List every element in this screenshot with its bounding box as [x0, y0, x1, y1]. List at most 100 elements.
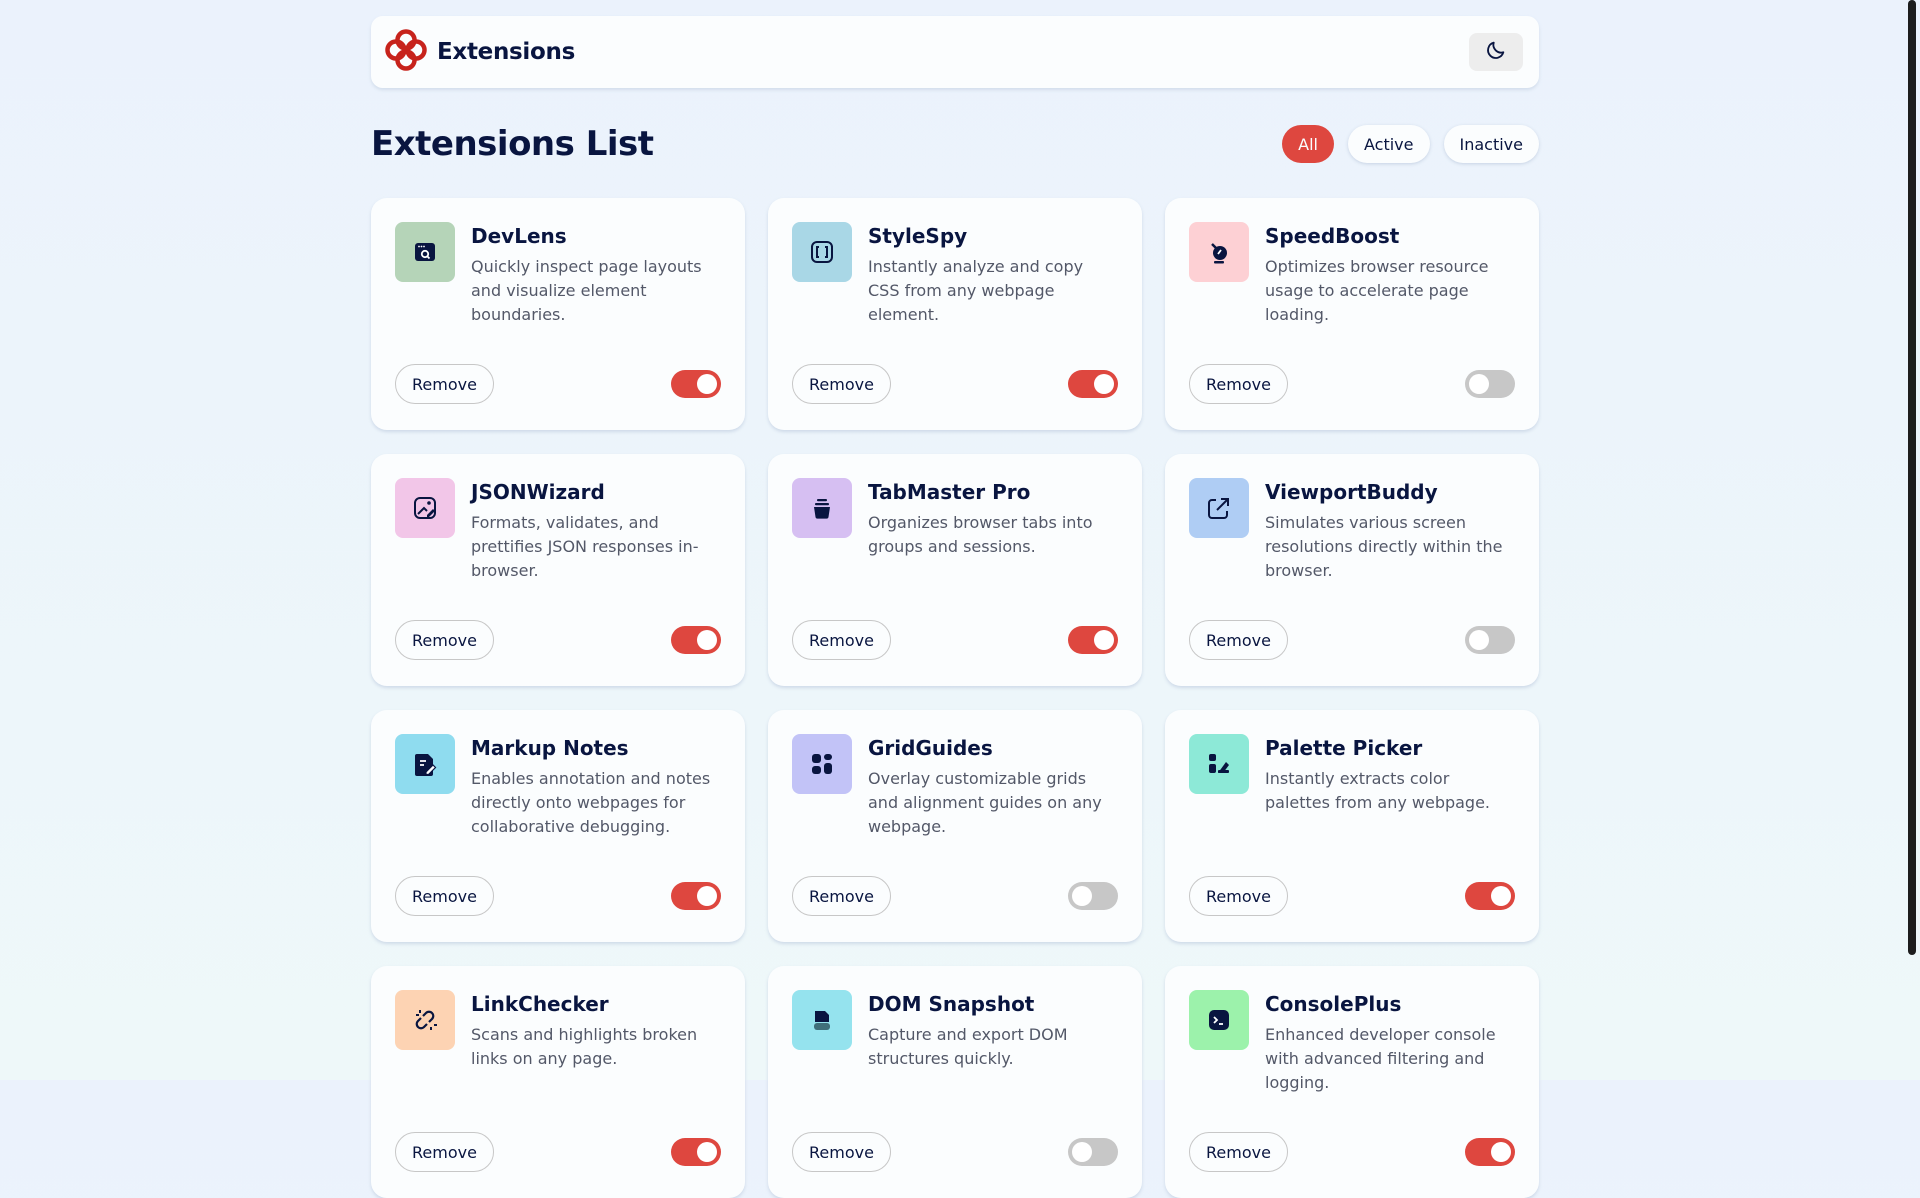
card-header: LinkChecker Scans and highlights broken l… — [395, 990, 721, 1071]
extension-card: Markup Notes Enables annotation and notes… — [371, 710, 745, 942]
grid-icon — [792, 734, 852, 794]
brand-logo-icon — [385, 29, 427, 75]
extension-name: SpeedBoost — [1265, 224, 1400, 248]
extension-name: DevLens — [471, 224, 567, 248]
card-info: StyleSpy Instantly analyze and copy CSS f… — [868, 222, 1118, 327]
filter-inactive-button[interactable]: Inactive — [1443, 125, 1539, 163]
card-header: SpeedBoost Optimizes browser resource usa… — [1189, 222, 1515, 327]
card-header: DOM Snapshot Capture and export DOM struc… — [792, 990, 1118, 1071]
extension-toggle[interactable] — [1465, 1138, 1515, 1166]
extension-description: Optimizes browser resource usage to acce… — [1265, 257, 1489, 324]
card-info: TabMaster Pro Organizes browser tabs into… — [868, 478, 1118, 559]
card-footer: Remove — [1189, 876, 1515, 916]
toggle-knob — [1469, 374, 1489, 394]
extension-toggle[interactable] — [1068, 370, 1118, 398]
card-info: LinkChecker Scans and highlights broken l… — [471, 990, 721, 1071]
extension-toggle[interactable] — [1068, 626, 1118, 654]
toggle-knob — [1491, 886, 1511, 906]
extension-card: DevLens Quickly inspect page layouts and … — [371, 198, 745, 430]
remove-button[interactable]: Remove — [1189, 620, 1288, 660]
card-footer: Remove — [792, 1132, 1118, 1172]
remove-button[interactable]: Remove — [1189, 1132, 1288, 1172]
remove-button[interactable]: Remove — [1189, 364, 1288, 404]
extension-description: Organizes browser tabs into groups and s… — [868, 513, 1093, 556]
toggle-knob — [1094, 630, 1114, 650]
scrollbar[interactable] — [1908, 0, 1916, 955]
theme-toggle-button[interactable] — [1469, 33, 1523, 71]
card-info: ViewportBuddy Simulates various screen re… — [1265, 478, 1515, 583]
extensions-grid: DevLens Quickly inspect page layouts and … — [371, 198, 1539, 1198]
toggle-knob — [697, 374, 717, 394]
remove-button[interactable]: Remove — [1189, 876, 1288, 916]
moon-icon — [1485, 39, 1507, 65]
card-info: DOM Snapshot Capture and export DOM struc… — [868, 990, 1118, 1071]
extension-description: Enables annotation and notes directly on… — [471, 769, 711, 836]
card-header: ConsolePlus Enhanced developer console wi… — [1189, 990, 1515, 1095]
image-edit-icon — [395, 478, 455, 538]
card-header: GridGuides Overlay customizable grids and… — [792, 734, 1118, 839]
card-footer: Remove — [792, 876, 1118, 916]
toggle-knob — [1072, 1142, 1092, 1162]
extension-name: JSONWizard — [471, 480, 605, 504]
card-footer: Remove — [792, 620, 1118, 660]
card-footer: Remove — [395, 620, 721, 660]
extension-card: ViewportBuddy Simulates various screen re… — [1165, 454, 1539, 686]
extension-toggle[interactable] — [1465, 882, 1515, 910]
card-header: JSONWizard Formats, validates, and pretti… — [395, 478, 721, 583]
filter-all-button[interactable]: All — [1282, 125, 1334, 163]
code-brackets-icon — [792, 222, 852, 282]
page-title: Extensions List — [371, 124, 654, 164]
extension-toggle[interactable] — [1465, 626, 1515, 654]
extension-card: LinkChecker Scans and highlights broken l… — [371, 966, 745, 1198]
card-info: Markup Notes Enables annotation and notes… — [471, 734, 721, 839]
extension-card: StyleSpy Instantly analyze and copy CSS f… — [768, 198, 1142, 430]
card-header: TabMaster Pro Organizes browser tabs into… — [792, 478, 1118, 559]
extension-name: Markup Notes — [471, 736, 629, 760]
toggle-knob — [1491, 1142, 1511, 1162]
extension-card: DOM Snapshot Capture and export DOM struc… — [768, 966, 1142, 1198]
extension-card: TabMaster Pro Organizes browser tabs into… — [768, 454, 1142, 686]
extension-description: Scans and highlights broken links on any… — [471, 1025, 698, 1068]
toggle-knob — [1072, 886, 1092, 906]
remove-button[interactable]: Remove — [395, 1132, 494, 1172]
card-footer: Remove — [1189, 364, 1515, 404]
filter-group: All Active Inactive — [1282, 125, 1539, 163]
extension-description: Overlay customizable grids and alignment… — [868, 769, 1102, 836]
card-header: StyleSpy Instantly analyze and copy CSS f… — [792, 222, 1118, 327]
extension-toggle[interactable] — [671, 626, 721, 654]
card-header: Markup Notes Enables annotation and notes… — [395, 734, 721, 839]
card-footer: Remove — [1189, 620, 1515, 660]
card-info: DevLens Quickly inspect page layouts and … — [471, 222, 721, 327]
remove-button[interactable]: Remove — [395, 876, 494, 916]
remove-button[interactable]: Remove — [395, 364, 494, 404]
card-header: DevLens Quickly inspect page layouts and … — [395, 222, 721, 327]
browser-search-icon — [395, 222, 455, 282]
extension-toggle[interactable] — [671, 882, 721, 910]
extension-toggle[interactable] — [671, 370, 721, 398]
remove-button[interactable]: Remove — [395, 620, 494, 660]
filter-active-button[interactable]: Active — [1348, 125, 1430, 163]
card-footer: Remove — [792, 364, 1118, 404]
extension-description: Capture and export DOM structures quickl… — [868, 1025, 1068, 1068]
brand-name: Extensions — [437, 39, 575, 65]
card-info: GridGuides Overlay customizable grids and… — [868, 734, 1118, 839]
extension-name: Palette Picker — [1265, 736, 1423, 760]
extension-description: Simulates various screen resolutions dir… — [1265, 513, 1503, 580]
broken-link-icon — [395, 990, 455, 1050]
extension-description: Instantly extracts color palettes from a… — [1265, 769, 1491, 812]
external-link-icon — [1189, 478, 1249, 538]
card-info: ConsolePlus Enhanced developer console wi… — [1265, 990, 1515, 1095]
remove-button[interactable]: Remove — [792, 876, 891, 916]
remove-button[interactable]: Remove — [792, 1132, 891, 1172]
extension-toggle[interactable] — [1068, 1138, 1118, 1166]
remove-button[interactable]: Remove — [792, 364, 891, 404]
extension-toggle[interactable] — [1465, 370, 1515, 398]
remove-button[interactable]: Remove — [792, 620, 891, 660]
extension-name: DOM Snapshot — [868, 992, 1035, 1016]
extension-toggle[interactable] — [671, 1138, 721, 1166]
extension-toggle[interactable] — [1068, 882, 1118, 910]
list-header: Extensions List All Active Inactive — [371, 124, 1539, 164]
app-container: Extensions Extensions List All Active In… — [371, 16, 1539, 1198]
extension-name: StyleSpy — [868, 224, 968, 248]
extension-name: LinkChecker — [471, 992, 609, 1016]
